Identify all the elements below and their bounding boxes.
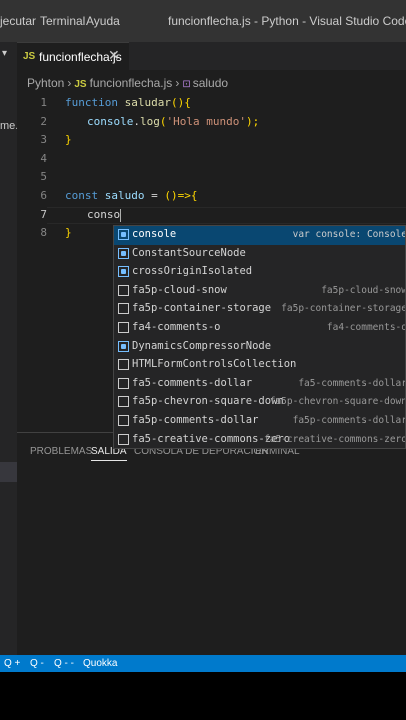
suggest-item-detail: fa5p-comments-dollar xyxy=(292,415,406,426)
breadcrumb-file[interactable]: funcionflecha.js xyxy=(90,76,173,90)
suggest-item-label: fa5-comments-dollar xyxy=(132,376,253,389)
suggest-item-detail: fa5p-container-storage xyxy=(281,303,406,315)
window-title: funcionflecha.js - Python - Visual Studi… xyxy=(168,14,406,28)
suggest-item[interactable]: fa5p-chevron-square-down fa5p-chevron-squ… xyxy=(114,393,406,412)
suggest-item-detail: fa5-comments-dollar xyxy=(298,377,406,389)
suggest-item[interactable]: fa5-creative-commons-zero fa5-creative-co… xyxy=(114,431,406,448)
code-line-7: conso xyxy=(87,208,122,222)
autocomplete-suggest-widget[interactable]: console var console: Console ConstantSourc… xyxy=(113,225,406,449)
line-number: 3 xyxy=(40,133,47,146)
title-bar: jecutar Terminal Ayuda funcionflecha.js … xyxy=(0,0,406,42)
video-letterbox xyxy=(0,672,406,720)
tab-problems[interactable]: PROBLEMAS xyxy=(30,446,92,457)
snippet-icon xyxy=(118,433,129,445)
code-line-8: } xyxy=(65,226,72,239)
suggest-item-detail: fa5p-cloud-snow xyxy=(321,284,406,296)
line-number: 1 xyxy=(40,96,47,109)
snippet-icon xyxy=(118,303,129,315)
suggest-item-label: fa4-comments-o xyxy=(132,321,221,333)
menu-run[interactable]: jecutar xyxy=(0,14,36,28)
suggest-item[interactable]: DynamicsCompressorNode xyxy=(114,338,405,357)
suggest-item[interactable]: fa5-comments-dollar fa5-comments-dollar xyxy=(114,375,406,394)
suggest-item-detail: fa5p-chevron-square-down xyxy=(269,396,406,408)
line-number: 2 xyxy=(40,115,47,128)
code-line-3: } xyxy=(65,133,72,146)
chevron-down-icon[interactable]: ▾ xyxy=(2,48,7,59)
snippet-icon xyxy=(118,396,129,408)
suggest-item-label: fa5p-comments-dollar xyxy=(132,414,259,426)
editor-tab-bar: JS funcionflecha.js ✕ xyxy=(17,42,406,70)
close-icon[interactable]: ✕ xyxy=(108,47,120,64)
suggest-item-label: HTMLFormControlsCollection xyxy=(132,358,297,371)
breadcrumb-folder[interactable]: Pyhton xyxy=(27,76,64,90)
breadcrumb: Pyhton › JS funcionflecha.js › ⊡ saludo xyxy=(27,76,228,90)
variable-icon xyxy=(118,247,129,259)
suggest-item-detail: fa4-comments-o xyxy=(326,322,406,333)
menu-help[interactable]: Ayuda xyxy=(86,14,120,28)
suggest-item[interactable]: ConstantSourceNode xyxy=(114,245,405,264)
suggest-item[interactable]: fa5p-cloud-snow fa5p-cloud-snow xyxy=(114,282,406,301)
code-line-2: console.log('Hola mundo'); xyxy=(87,115,260,128)
variable-icon xyxy=(118,266,129,278)
suggest-item-label: fa5p-chevron-square-down xyxy=(132,395,284,408)
snippet-icon xyxy=(118,359,129,371)
code-line-1: function saludar(){ xyxy=(65,96,191,109)
bottom-panel: PROBLEMAS SALIDA CONSOLA DE DEPURACIÓN T… xyxy=(17,432,406,655)
js-file-icon: JS xyxy=(74,79,87,90)
status-bar: Q + Q - Q - - Quokka xyxy=(0,655,406,672)
suggest-item-label: crossOriginIsolated xyxy=(132,265,253,278)
chevron-right-icon: › xyxy=(175,76,180,90)
js-file-icon: JS xyxy=(23,51,36,62)
text-cursor xyxy=(120,208,122,222)
line-number: 8 xyxy=(40,226,47,239)
line-number: 4 xyxy=(40,152,47,165)
snippet-icon xyxy=(118,322,129,333)
snippet-icon xyxy=(118,284,129,296)
zoom-in-item[interactable]: Q + xyxy=(4,658,20,669)
line-number: 5 xyxy=(40,170,47,183)
suggest-item-label: fa5p-cloud-snow xyxy=(132,283,227,296)
breadcrumb-symbol[interactable]: saludo xyxy=(193,76,228,90)
suggest-item-label: fa5p-container-storage xyxy=(132,302,272,315)
suggest-item[interactable]: console var console: Console xyxy=(114,226,406,245)
sidebar-active-item[interactable] xyxy=(0,462,17,482)
line-number: 6 xyxy=(40,189,47,202)
quokka-item[interactable]: Quokka xyxy=(83,658,117,669)
snippet-icon xyxy=(118,415,129,426)
suggest-item[interactable]: crossOriginIsolated xyxy=(114,263,405,282)
line-number: 7 xyxy=(40,208,47,221)
snippet-icon xyxy=(118,377,129,389)
vscode-window: jecutar Terminal Ayuda funcionflecha.js … xyxy=(0,0,406,720)
menu-terminal[interactable]: Terminal xyxy=(40,14,85,28)
zoom-out-item[interactable]: Q - xyxy=(30,658,44,669)
variable-icon xyxy=(118,229,129,240)
suggest-item-detail: fa5-creative-commons-zero xyxy=(264,433,406,445)
suggest-item-label: ConstantSourceNode xyxy=(132,246,246,259)
sidebar-edge xyxy=(0,42,17,655)
zoom-out-more-item[interactable]: Q - - xyxy=(54,658,74,669)
variable-icon xyxy=(118,340,129,352)
suggest-item-detail: var console: Console xyxy=(292,229,406,240)
suggest-item[interactable]: fa5p-comments-dollar fa5p-comments-dollar xyxy=(114,412,406,431)
tab-funcionflecha[interactable]: JS funcionflecha.js ✕ xyxy=(17,42,129,70)
code-line-6: const saludo = ()=>{ xyxy=(65,189,198,202)
suggest-item-label: console xyxy=(132,228,177,240)
suggest-item-label: DynamicsCompressorNode xyxy=(132,339,272,352)
suggest-item[interactable]: fa4-comments-o fa4-comments-o xyxy=(114,319,406,338)
suggest-item[interactable]: fa5p-container-storage fa5p-container-sto… xyxy=(114,300,406,319)
chevron-right-icon: › xyxy=(67,76,72,90)
symbol-variable-icon: ⊡ xyxy=(182,79,191,90)
suggest-item[interactable]: HTMLFormControlsCollection xyxy=(114,356,405,375)
